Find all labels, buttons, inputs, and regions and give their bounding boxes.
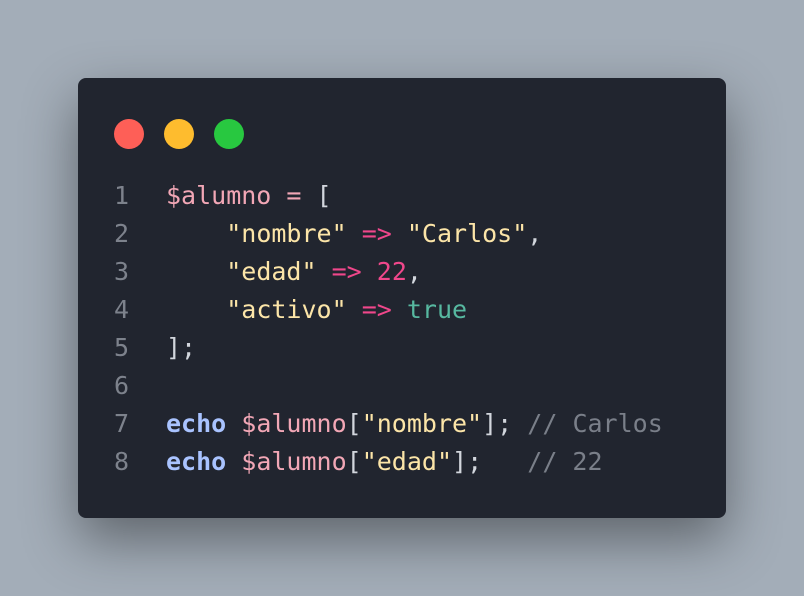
code-token-arrow: => [361, 295, 392, 324]
code-token-kw: echo [166, 409, 227, 438]
code-line: 2 "nombre" => "Carlos", [114, 215, 663, 253]
line-number: 3 [114, 257, 130, 286]
code-token-punc [166, 295, 226, 324]
code-line: 3 "edad" => 22, [114, 253, 663, 291]
code-token-bool: true [406, 295, 468, 324]
code-token-punc [317, 257, 332, 286]
code-token-num: 22 [376, 257, 407, 286]
background: 1 $alumno = [2 "nombre" => "Carlos", 3 "ed… [0, 0, 804, 596]
code-token-punc [347, 219, 362, 248]
code-token-punc: ]; [166, 333, 197, 362]
code-token-punc: , [527, 219, 543, 248]
code-token-cmt: // Carlos [527, 409, 663, 438]
code-token-punc [226, 447, 241, 476]
code-line: 8 echo $alumno["edad"]; // 22 [114, 443, 663, 481]
line-number: 7 [114, 409, 130, 438]
code-token-arrow: => [331, 257, 362, 286]
line-number: 2 [114, 219, 130, 248]
code-token-cmt: // 22 [527, 447, 603, 476]
minimize-dot-icon [164, 119, 194, 149]
code-token-punc: ]; [482, 409, 513, 438]
code-token-punc [226, 409, 241, 438]
code-token-arrow: => [361, 219, 392, 248]
code-token-str: "edad" [361, 447, 453, 476]
code-token-var: $alumno [241, 409, 347, 438]
line-number: 8 [114, 447, 130, 476]
code-line: 7 echo $alumno["nombre"]; // Carlos [114, 405, 663, 443]
code-window: 1 $alumno = [2 "nombre" => "Carlos", 3 "ed… [78, 78, 726, 518]
code-token-punc [482, 447, 527, 476]
code-token-punc: [ [346, 447, 362, 476]
code-line: 6 [114, 367, 663, 405]
code-block: 1 $alumno = [2 "nombre" => "Carlos", 3 "ed… [114, 177, 663, 481]
code-token-var: $alumno [241, 447, 347, 476]
code-line: 5]; [114, 329, 663, 367]
code-token-str: "activo" [226, 295, 347, 324]
line-number: 6 [114, 371, 130, 400]
code-token-str: "Carlos" [406, 219, 528, 248]
code-line: 1 $alumno = [ [114, 177, 663, 215]
code-token-punc [347, 295, 362, 324]
close-dot-icon [114, 119, 144, 149]
code-token-punc [166, 219, 226, 248]
code-token-punc: , [406, 257, 422, 286]
code-token-punc [362, 257, 377, 286]
line-number: 5 [114, 333, 130, 362]
code-token-op: = [286, 181, 302, 210]
code-line: 4 "activo" => true [114, 291, 663, 329]
code-token-punc [392, 219, 407, 248]
code-token-var: $alumno [166, 181, 272, 210]
line-number: 4 [114, 295, 130, 324]
code-token-punc: [ [301, 181, 332, 210]
code-token-str: "edad" [226, 257, 317, 286]
code-token-punc [512, 409, 527, 438]
maximize-dot-icon [214, 119, 244, 149]
code-token-punc: [ [346, 409, 362, 438]
code-token-str: "nombre" [226, 219, 347, 248]
code-token-str: "nombre" [361, 409, 483, 438]
code-token-kw: echo [166, 447, 227, 476]
code-token-punc [392, 295, 407, 324]
code-token-punc [166, 257, 226, 286]
line-number: 1 [114, 181, 130, 210]
code-token-punc [271, 181, 286, 210]
code-token-punc: ]; [452, 447, 483, 476]
